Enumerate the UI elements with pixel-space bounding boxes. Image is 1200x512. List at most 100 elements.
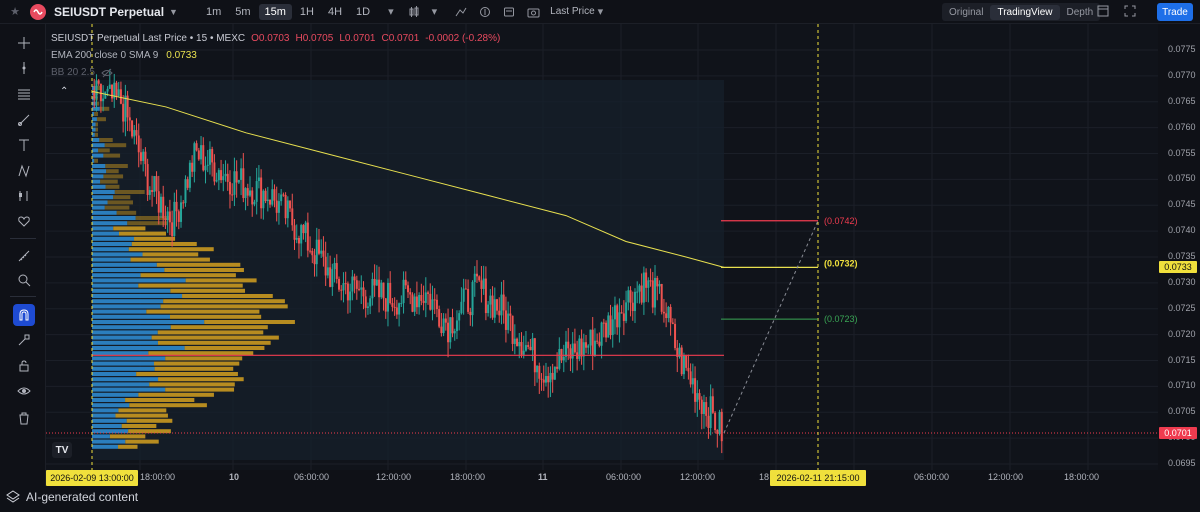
- chart-pane[interactable]: (0.0742) (0.0732) (0.0723) ⌃: [46, 24, 1158, 470]
- volume-profile-down: [113, 195, 131, 200]
- volume-profile-down: [170, 288, 246, 293]
- timeframe-5m[interactable]: 5m: [229, 4, 256, 20]
- candle-body: [171, 222, 174, 237]
- horizontal-lines-icon[interactable]: [13, 83, 35, 105]
- tradingview-logo[interactable]: TV: [52, 442, 72, 458]
- volume-profile-up: [92, 153, 104, 158]
- trade-button[interactable]: Trade: [1157, 3, 1193, 21]
- bb-indicator-label[interactable]: BB 20 2.5: [51, 67, 95, 78]
- chart-type-icon[interactable]: [408, 5, 420, 18]
- ruler-icon[interactable]: [13, 245, 35, 267]
- volume-profile-down: [131, 242, 197, 246]
- candle-body: [593, 340, 596, 356]
- candle-body: [687, 367, 690, 372]
- candle-body: [462, 288, 465, 302]
- volume-profile-down: [165, 356, 243, 361]
- candle-body: [558, 349, 561, 369]
- symbol-selector[interactable]: SEIUSDT Perpetual: [54, 5, 164, 19]
- brush-icon[interactable]: [13, 109, 35, 131]
- cursor-icon[interactable]: [13, 57, 35, 79]
- zoom-icon[interactable]: [13, 269, 35, 291]
- view-depth[interactable]: Depth: [1060, 5, 1101, 20]
- candle-body: [326, 267, 329, 276]
- candle-body: [289, 200, 292, 209]
- magnet-icon[interactable]: [13, 304, 35, 326]
- timeframe-1h[interactable]: 1H: [294, 4, 320, 20]
- forecast-icon[interactable]: [13, 185, 35, 207]
- text-icon[interactable]: [13, 134, 35, 156]
- chevron-down-icon[interactable]: ▼: [169, 7, 178, 17]
- candle-body: [217, 170, 220, 181]
- candle-body: [275, 200, 278, 213]
- view-tradingview[interactable]: TradingView: [990, 4, 1060, 20]
- candle-body: [195, 143, 198, 151]
- volume-profile-down: [184, 346, 265, 350]
- volume-profile-up: [92, 288, 171, 293]
- price-type-selector[interactable]: Last Price: [550, 6, 594, 17]
- candle-body: [551, 372, 554, 380]
- chevron-down-icon[interactable]: ▾: [598, 5, 604, 18]
- volume-profile-up: [92, 387, 166, 392]
- timeframe-1m[interactable]: 1m: [200, 4, 227, 20]
- candle-body: [473, 273, 476, 283]
- timeframe-1d[interactable]: 1D: [350, 4, 376, 20]
- pattern-icon[interactable]: [13, 160, 35, 182]
- price-axis-label: 0.0725: [1168, 302, 1196, 313]
- favorite-star-icon[interactable]: ★: [8, 5, 22, 18]
- fullscreen-icon[interactable]: [1124, 5, 1136, 20]
- eye-icon[interactable]: [13, 380, 35, 402]
- volume-profile-down: [98, 148, 110, 153]
- timeframe-4h[interactable]: 4H: [322, 4, 348, 20]
- candle-body: [538, 365, 541, 379]
- time-axis-label: 12:00:00: [376, 472, 412, 482]
- volume-profile-up: [92, 169, 107, 174]
- timeframe-15m[interactable]: 15m: [258, 3, 292, 20]
- trash-icon[interactable]: [13, 407, 35, 429]
- camera-icon[interactable]: [527, 6, 540, 18]
- candle-body: [467, 288, 470, 312]
- crosshair-icon[interactable]: [13, 32, 35, 54]
- lock-icon[interactable]: [13, 355, 35, 377]
- candle-body: [391, 302, 394, 307]
- lock-drawing-icon[interactable]: [13, 329, 35, 351]
- heart-icon[interactable]: [13, 210, 35, 232]
- settings-icon[interactable]: [503, 6, 515, 18]
- candle-body: [629, 290, 632, 303]
- candle-body: [702, 402, 705, 414]
- candle-body: [507, 313, 510, 330]
- volume-profile-down: [164, 268, 244, 272]
- candle-body: [587, 345, 590, 348]
- candle-body: [618, 312, 621, 328]
- compare-icon[interactable]: [479, 6, 491, 18]
- price-axis-label: 0.0755: [1168, 147, 1196, 158]
- candle-body: [605, 322, 608, 338]
- layout-icon[interactable]: [1097, 5, 1109, 20]
- price-axis[interactable]: 0.0775 0.0770 0.0765 0.0760 0.0755 0.0750 0.07…: [1158, 24, 1200, 470]
- ema-indicator-label[interactable]: EMA 200 close 0 SMA 9: [51, 50, 158, 61]
- chevron-down-icon[interactable]: ▾: [432, 5, 438, 18]
- volume-profile-down: [158, 377, 244, 382]
- hidden-eye-icon[interactable]: [101, 68, 113, 78]
- candle-body: [422, 300, 425, 303]
- indicators-icon[interactable]: [455, 6, 467, 18]
- candle-body: [442, 318, 445, 334]
- candle-body: [226, 173, 229, 182]
- volume-profile-up: [92, 294, 183, 298]
- candle-body: [122, 103, 125, 122]
- time-axis-label: 10: [229, 472, 240, 482]
- volume-profile-down: [96, 117, 106, 122]
- price-chart[interactable]: (0.0742) (0.0732) (0.0723) ⌃: [46, 24, 1158, 470]
- candle-body: [654, 277, 657, 308]
- candle-body: [665, 313, 668, 319]
- view-original[interactable]: Original: [942, 5, 990, 20]
- candle-body: [177, 211, 180, 222]
- volume-profile-up: [92, 418, 127, 423]
- candle-body: [148, 190, 151, 195]
- candle-body: [449, 317, 452, 343]
- volume-profile-down: [128, 247, 214, 252]
- timeframe-more-icon[interactable]: ▾: [388, 5, 394, 18]
- time-axis[interactable]: 18:00:00 10 06:00:00 12:00:00 18:00:00 11 06:0…: [46, 470, 1158, 486]
- candle-body: [415, 296, 418, 308]
- candle-body: [598, 341, 601, 346]
- volume-profile-up: [92, 242, 132, 246]
